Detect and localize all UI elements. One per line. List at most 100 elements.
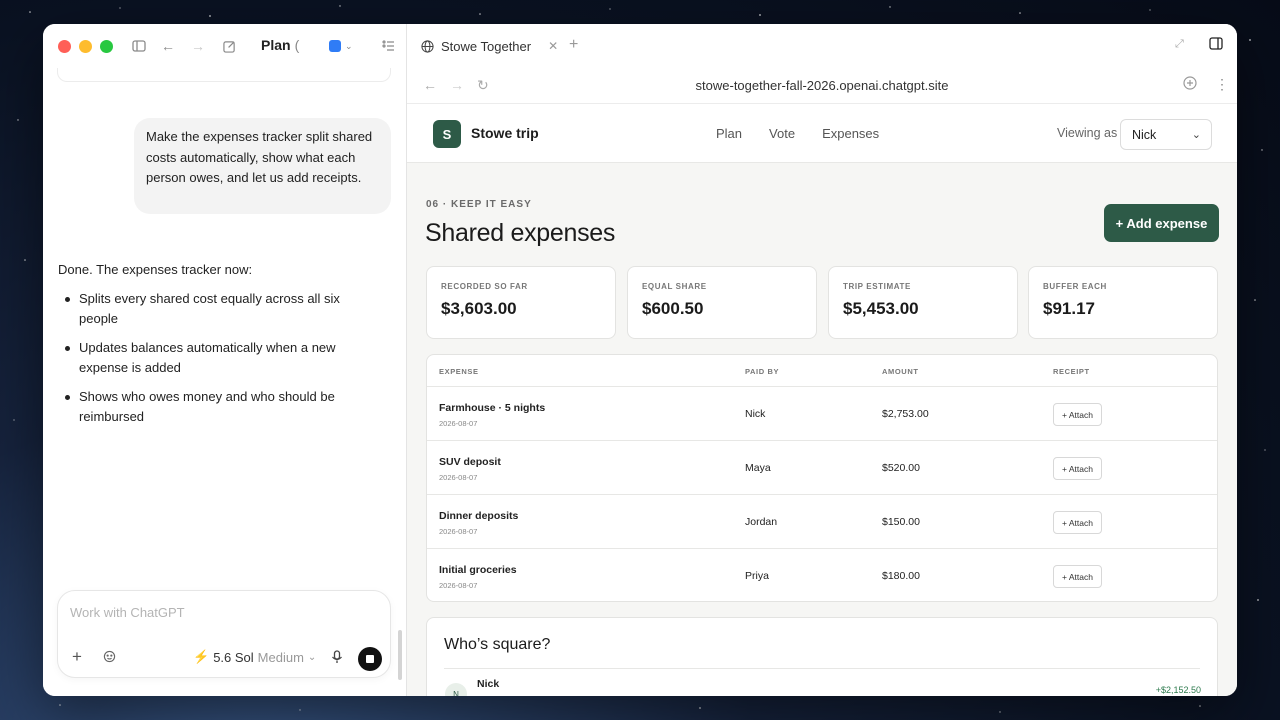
site-brand: Stowe trip <box>471 125 539 141</box>
forward-arrow-icon[interactable]: → <box>189 37 207 55</box>
close-tab-icon[interactable]: ✕ <box>548 39 558 53</box>
back-arrow-icon[interactable]: ← <box>159 37 177 55</box>
address-bar: ← → ↻ stowe-together-fall-2026.openai.ch… <box>407 68 1237 104</box>
attach-receipt-button[interactable]: + Attach <box>1053 565 1102 588</box>
expense-payer: Priya <box>745 570 769 582</box>
sidebar-toggle-icon[interactable] <box>130 37 148 55</box>
nav-link-vote[interactable]: Vote <box>769 126 795 141</box>
nav-link-plan[interactable]: Plan <box>716 126 742 141</box>
attach-receipt-button[interactable]: + Attach <box>1053 511 1102 534</box>
new-tab-icon[interactable]: + <box>569 36 578 54</box>
expenses-section: 06 · KEEP IT EASY Shared expenses + Add … <box>407 164 1237 696</box>
tab-title: Stowe Together <box>441 38 532 54</box>
column-header: EXPENSE <box>439 367 479 376</box>
previous-message-edge <box>57 68 391 82</box>
maximize-window-button[interactable] <box>100 39 113 53</box>
viewer-select[interactable]: Nick ⌄ <box>1120 119 1212 150</box>
site-nav: Plan Vote Expenses <box>716 126 879 141</box>
table-row: Initial groceries 2026-08-07 Priya $180.… <box>427 549 1217 601</box>
list-settings-icon[interactable] <box>379 37 397 55</box>
expense-amount: $180.00 <box>882 570 920 582</box>
nav-link-expenses[interactable]: Expenses <box>822 126 879 141</box>
composer: Work with ChatGPT + ⚡ 5.6 Sol Medium ⌄ <box>57 590 391 678</box>
stop-icon <box>366 655 374 663</box>
column-header: AMOUNT <box>882 367 919 376</box>
close-window-button[interactable] <box>58 39 71 53</box>
avatar: N <box>445 683 467 696</box>
browser-tab[interactable]: Stowe Together ✕ <box>421 34 558 58</box>
chat-scrollbar[interactable] <box>398 630 402 680</box>
user-message: Make the expenses tracker split shared c… <box>134 118 391 214</box>
expense-payer: Jordan <box>745 516 778 528</box>
viewing-as-label: Viewing as <box>1057 126 1118 140</box>
chevron-down-icon: ⌄ <box>1191 129 1201 141</box>
url-field[interactable]: stowe-together-fall-2026.openai.chatgpt.… <box>407 78 1237 93</box>
attach-receipt-button[interactable]: + Attach <box>1053 457 1102 480</box>
expense-date: 2026-08-07 <box>439 527 478 536</box>
divider <box>444 668 1200 669</box>
browser-tabbar: Stowe Together ✕ + ⤢ <box>407 24 1237 68</box>
app-switcher-button[interactable]: ⌄ <box>321 35 365 57</box>
assistant-bullet-list: Splits every shared cost equally across … <box>58 289 378 428</box>
microphone-icon[interactable] <box>331 650 343 667</box>
window-controls <box>58 39 113 53</box>
chat-titlebar: ← → Plan( ⌄ <box>43 24 407 68</box>
balances-card: Who’s square? N Nick +$2,152.50 <box>426 617 1218 696</box>
expense-name: Dinner deposits <box>439 510 519 522</box>
plus-icon[interactable]: + <box>72 647 82 667</box>
list-item: Splits every shared cost equally across … <box>58 289 378 330</box>
expense-name: Initial groceries <box>439 564 517 576</box>
chat-panel: ← → Plan( ⌄ Make the expenses tracker sp… <box>43 24 407 696</box>
person-name: Nick <box>477 678 500 690</box>
compose-icon[interactable] <box>220 37 238 55</box>
sidebar-toggle-icon[interactable] <box>1209 37 1223 53</box>
expand-icon[interactable]: ⤢ <box>1175 38 1184 51</box>
expense-name: Farmhouse · 5 nights <box>439 402 546 414</box>
stat-card-recorded: RECORDED SO FAR $3,603.00 <box>426 266 616 339</box>
expense-date: 2026-08-07 <box>439 581 478 590</box>
column-header: PAID BY <box>745 367 780 376</box>
emoji-icon[interactable] <box>103 650 116 666</box>
table-row: Farmhouse · 5 nights 2026-08-07 Nick $2,… <box>427 387 1217 441</box>
globe-icon <box>421 39 434 53</box>
expense-name: SUV deposit <box>439 456 501 468</box>
assistant-message: Done. The expenses tracker now: Splits e… <box>58 260 378 436</box>
model-selector[interactable]: ⚡ 5.6 Sol Medium ⌄ <box>193 649 316 665</box>
table-row: Dinner deposits 2026-08-07 Jordan $150.0… <box>427 495 1217 549</box>
person-balance: +$2,152.50 <box>1155 685 1201 695</box>
assistant-intro: Done. The expenses tracker now: <box>58 262 253 277</box>
section-eyebrow: 06 · KEEP IT EASY <box>426 199 532 210</box>
expense-amount: $2,753.00 <box>882 408 929 420</box>
conversation-title: Plan( <box>261 37 300 53</box>
bolt-icon: ⚡ <box>193 649 210 664</box>
site-header: S Stowe trip Plan Vote Expenses Viewing … <box>407 104 1237 163</box>
chevron-down-icon: ⌄ <box>307 651 317 663</box>
stat-card-equal-share: EQUAL SHARE $600.50 <box>627 266 817 339</box>
table-row: SUV deposit 2026-08-07 Maya $520.00 + At… <box>427 441 1217 495</box>
list-item: Shows who owes money and who should be r… <box>58 387 378 428</box>
column-header: RECEIPT <box>1053 367 1090 376</box>
stop-button[interactable] <box>358 647 382 671</box>
minimize-window-button[interactable] <box>79 39 92 53</box>
message-input[interactable]: Work with ChatGPT <box>70 605 185 620</box>
add-circle-icon[interactable] <box>1183 76 1197 93</box>
expense-date: 2026-08-07 <box>439 419 478 428</box>
browser-panel: Stowe Together ✕ + ⤢ ← → ↻ stowe-togethe… <box>407 24 1237 696</box>
page-title: Shared expenses <box>425 219 616 247</box>
stat-card-buffer: BUFFER EACH $91.17 <box>1028 266 1218 339</box>
more-menu-icon[interactable]: ⋮ <box>1215 76 1229 93</box>
balances-title: Who’s square? <box>444 636 551 653</box>
stat-card-trip-estimate: TRIP ESTIMATE $5,453.00 <box>828 266 1018 339</box>
expense-payer: Nick <box>745 408 766 420</box>
app-window: ← → Plan( ⌄ Make the expenses tracker sp… <box>43 24 1237 696</box>
expense-payer: Maya <box>745 462 771 474</box>
app-icon <box>329 40 341 52</box>
site-logo: S <box>433 120 461 148</box>
chevron-down-icon: ⌄ <box>345 40 353 51</box>
expenses-table: EXPENSE PAID BY AMOUNT RECEIPT Farmhouse… <box>426 354 1218 602</box>
list-item: Updates balances automatically when a ne… <box>58 338 378 379</box>
expense-amount: $520.00 <box>882 462 920 474</box>
table-header: EXPENSE PAID BY AMOUNT RECEIPT <box>427 355 1217 387</box>
add-expense-button[interactable]: + Add expense <box>1104 204 1219 242</box>
attach-receipt-button[interactable]: + Attach <box>1053 403 1102 426</box>
